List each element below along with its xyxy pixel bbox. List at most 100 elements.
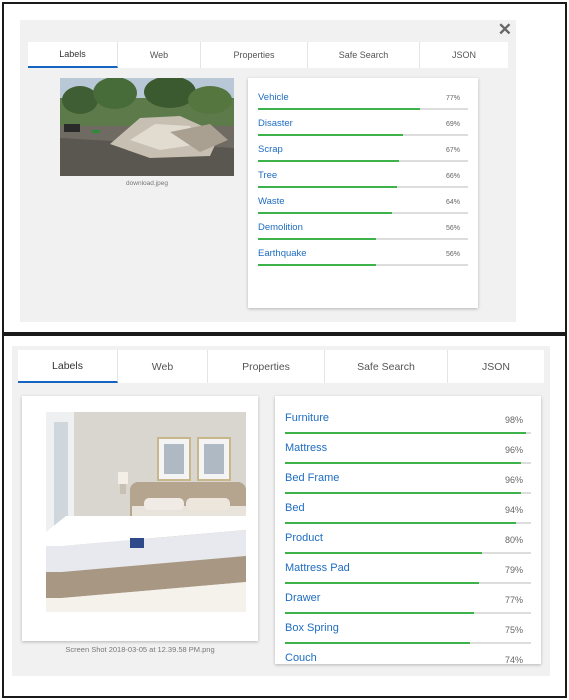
- tab-labels[interactable]: Labels: [18, 350, 118, 383]
- image-caption: Screen Shot 2018-03-05 at 12.39.58 PM.pn…: [65, 645, 215, 654]
- label-name[interactable]: Furniture: [285, 412, 329, 424]
- label-name[interactable]: Couch: [285, 652, 317, 664]
- tab-properties[interactable]: Properties: [201, 42, 308, 68]
- label-row[interactable]: Bed 94%: [285, 502, 531, 530]
- score-bar-fill: [258, 134, 403, 136]
- label-name[interactable]: Demolition: [258, 222, 303, 233]
- label-name[interactable]: Box Spring: [285, 622, 339, 634]
- score-bar-track: [258, 238, 468, 240]
- score-bar-fill: [258, 264, 376, 266]
- score-bar-fill: [258, 212, 393, 214]
- label-row[interactable]: Vehicle 77%: [258, 92, 468, 116]
- vision-panel-2: Labels Web Properties Safe Search JSON S…: [2, 334, 567, 698]
- label-name[interactable]: Tree: [258, 170, 277, 181]
- tab-json[interactable]: JSON: [420, 42, 508, 68]
- label-score: 96%: [504, 445, 523, 455]
- label-score: 77%: [504, 595, 523, 605]
- score-bar-track: [258, 134, 468, 136]
- label-score: 67%: [445, 147, 460, 154]
- score-bar-track: [258, 108, 468, 110]
- uploaded-image: [60, 76, 234, 176]
- score-bar-track: [285, 642, 531, 644]
- debris-photo: [60, 76, 234, 176]
- label-score: 69%: [445, 121, 460, 128]
- score-bar-track: [285, 432, 531, 434]
- uploaded-image: [22, 396, 258, 641]
- score-bar-fill: [258, 238, 376, 240]
- label-name[interactable]: Bed Frame: [285, 472, 339, 484]
- labels-card: Furniture 98% Mattress 96% Bed Frame 96% Bed 94…: [275, 396, 541, 664]
- score-bar-track: [285, 612, 531, 614]
- label-row[interactable]: Product 80%: [285, 532, 531, 560]
- label-score: 66%: [445, 173, 460, 180]
- tab-bar: Labels Web Properties Safe Search JSON: [18, 350, 544, 383]
- score-bar-track: [258, 264, 468, 266]
- label-row[interactable]: Scrap 67%: [258, 144, 468, 168]
- label-name[interactable]: Bed: [285, 502, 305, 514]
- label-name[interactable]: Mattress Pad: [285, 562, 350, 574]
- score-bar-fill: [258, 108, 420, 110]
- label-score: 75%: [504, 625, 523, 635]
- label-name[interactable]: Earthquake: [258, 248, 307, 259]
- label-row[interactable]: Couch 74%: [285, 652, 531, 664]
- tab-web[interactable]: Web: [118, 350, 208, 383]
- label-row[interactable]: Demolition 56%: [258, 222, 468, 246]
- label-score: 56%: [445, 225, 460, 232]
- label-row[interactable]: Earthquake 56%: [258, 248, 468, 272]
- label-name[interactable]: Product: [285, 532, 323, 544]
- label-name[interactable]: Scrap: [258, 144, 283, 155]
- label-name[interactable]: Disaster: [258, 118, 293, 129]
- score-bar-track: [285, 522, 531, 524]
- score-bar-track: [258, 186, 468, 188]
- tab-safe-search[interactable]: Safe Search: [325, 350, 448, 383]
- results-dialog: Labels Web Properties Safe Search JSON S…: [12, 346, 550, 676]
- tab-safe-search[interactable]: Safe Search: [308, 42, 420, 68]
- label-score: 56%: [445, 251, 460, 258]
- score-bar-track: [285, 552, 531, 554]
- score-bar-fill: [258, 186, 397, 188]
- label-name[interactable]: Vehicle: [258, 92, 289, 103]
- tab-web[interactable]: Web: [118, 42, 201, 68]
- label-row[interactable]: Box Spring 75%: [285, 622, 531, 650]
- label-row[interactable]: Drawer 77%: [285, 592, 531, 620]
- label-score: 96%: [504, 475, 523, 485]
- score-bar-fill: [285, 612, 475, 614]
- tab-bar: Labels Web Properties Safe Search JSON: [28, 42, 508, 68]
- results-dialog: ✕ Labels Web Properties Safe Search JSON: [20, 20, 516, 322]
- label-row[interactable]: Bed Frame 96%: [285, 472, 531, 500]
- score-bar-track: [285, 462, 531, 464]
- label-name[interactable]: Mattress: [285, 442, 327, 454]
- label-row[interactable]: Waste 64%: [258, 196, 468, 220]
- label-row[interactable]: Disaster 69%: [258, 118, 468, 142]
- score-bar-track: [258, 160, 468, 162]
- score-bar-fill: [258, 160, 399, 162]
- label-score: 98%: [504, 415, 523, 425]
- labels-card: Vehicle 77% Disaster 69% Scrap 67% Tree 66% Wast…: [248, 78, 478, 308]
- score-bar-fill: [285, 492, 522, 494]
- score-bar-fill: [285, 642, 470, 644]
- label-row[interactable]: Tree 66%: [258, 170, 468, 194]
- tab-json[interactable]: JSON: [448, 350, 544, 383]
- mattress-photo: [46, 412, 246, 612]
- tab-properties[interactable]: Properties: [208, 350, 325, 383]
- score-bar-fill: [285, 432, 527, 434]
- score-bar-track: [285, 582, 531, 584]
- score-bar-fill: [285, 582, 480, 584]
- label-score: 77%: [445, 95, 460, 102]
- score-bar-fill: [285, 522, 517, 524]
- label-score: 80%: [504, 535, 523, 545]
- label-name[interactable]: Waste: [258, 196, 285, 207]
- label-row[interactable]: Mattress Pad 79%: [285, 562, 531, 590]
- image-caption: download.jpeg: [126, 180, 168, 187]
- vision-panel-1: ✕ Labels Web Properties Safe Search JSON: [2, 2, 567, 334]
- label-score: 74%: [504, 655, 523, 664]
- score-bar-fill: [285, 462, 522, 464]
- close-icon[interactable]: ✕: [498, 20, 512, 40]
- score-bar-track: [258, 212, 468, 214]
- tab-labels[interactable]: Labels: [28, 42, 118, 68]
- label-row[interactable]: Furniture 98%: [285, 412, 531, 440]
- label-name[interactable]: Drawer: [285, 592, 320, 604]
- score-bar-fill: [285, 552, 482, 554]
- label-row[interactable]: Mattress 96%: [285, 442, 531, 470]
- label-score: 79%: [504, 565, 523, 575]
